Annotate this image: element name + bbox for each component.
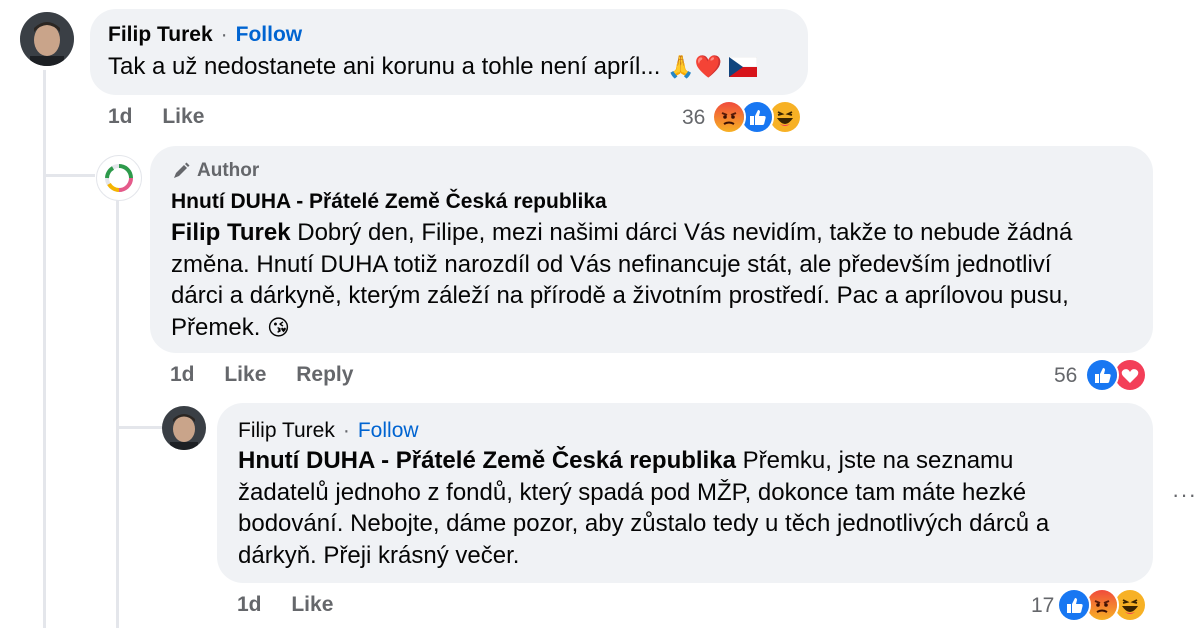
comment-text: bodování. Nebojte, dáme pozor, aby zůsta… <box>238 510 1050 537</box>
separator: · <box>220 23 228 46</box>
like-button[interactable]: Like <box>224 363 266 386</box>
emoji: 🙏❤️ <box>667 55 722 80</box>
mention-link[interactable]: Filip Turek <box>171 219 291 246</box>
reaction-count[interactable]: 17 <box>1031 594 1054 618</box>
timestamp[interactable]: 1d <box>108 105 133 128</box>
separator: · <box>342 419 350 442</box>
reaction-count[interactable]: 56 <box>1054 364 1077 388</box>
comment-author[interactable]: Hnutí DUHA - Přátelé Země Česká republik… <box>171 190 1153 214</box>
pen-icon <box>171 161 191 181</box>
thread-line-branch-2 <box>116 426 162 429</box>
timestamp[interactable]: 1d <box>170 363 195 386</box>
comment-text-block: Filip Turek Dobrý den, Filipe, mezi naši… <box>171 217 1153 344</box>
comment-text: Tak a už nedostanete ani korunu a tohle … <box>108 53 661 80</box>
comment-text: Přemku, jste na seznamu <box>742 447 1014 474</box>
timestamp[interactable]: 1d <box>237 593 262 616</box>
comment-author[interactable]: Filip Turek <box>238 419 335 443</box>
comment-actions: 1d Like Reply <box>170 363 353 387</box>
like-reaction-icon <box>1057 588 1091 622</box>
comment-bubble: Author Hnutí DUHA - Přátelé Země Česká r… <box>150 146 1153 353</box>
thread-line-branch-1 <box>43 174 95 177</box>
comment-text: žadatelů jednoho z fondů, který spadá po… <box>238 478 1027 506</box>
page-avatar[interactable] <box>96 155 142 201</box>
angry-reaction-icon <box>712 100 746 134</box>
comment-text: dárkyň. Přeji krásný večer. <box>238 541 520 569</box>
czech-flag-icon <box>728 54 757 77</box>
author-badge-label: Author <box>197 160 260 181</box>
avatar[interactable] <box>162 406 206 450</box>
like-button[interactable]: Like <box>162 105 204 128</box>
comment-text-block: Tak a už nedostanete ani korunu a tohle … <box>108 51 808 84</box>
comment-bubble: Filip Turek · Follow Tak a už nedostanet… <box>90 9 808 95</box>
comment-bubble: Filip Turek · Follow Hnutí DUHA - Přátel… <box>217 403 1153 583</box>
comment-actions: 1d Like <box>237 593 333 617</box>
thread-line-sub <box>116 198 119 628</box>
comment-text-block: Hnutí DUHA - Přátelé Země Česká republik… <box>238 445 1153 571</box>
comment-author[interactable]: Filip Turek <box>108 23 213 47</box>
comment-text: dárci a dárkyně, kterým záleží na přírod… <box>171 282 1069 309</box>
follow-button[interactable]: Follow <box>236 23 303 47</box>
avatar[interactable] <box>20 12 74 66</box>
more-options-button[interactable]: ··· <box>1172 482 1197 508</box>
comment-text: změna. Hnutí DUHA totiž narozdíl od Vás … <box>171 250 1052 278</box>
like-reaction-icon <box>1085 358 1119 392</box>
follow-button[interactable]: Follow <box>358 419 419 443</box>
comment-text: Dobrý den, Filipe, mezi našimi dárci Vás… <box>297 219 1073 246</box>
reply-button[interactable]: Reply <box>296 363 353 386</box>
comment-actions: 1d Like <box>108 105 204 129</box>
like-button[interactable]: Like <box>291 593 333 616</box>
mention-link[interactable]: Hnutí DUHA - Přátelé Země Česká republik… <box>238 447 736 474</box>
kiss-emoji: 😘 <box>267 315 290 341</box>
comment-text: Přemek. <box>171 313 261 341</box>
author-badge: Author <box>171 160 1153 182</box>
reaction-count[interactable]: 36 <box>682 106 705 130</box>
thread-line-main <box>43 70 46 628</box>
